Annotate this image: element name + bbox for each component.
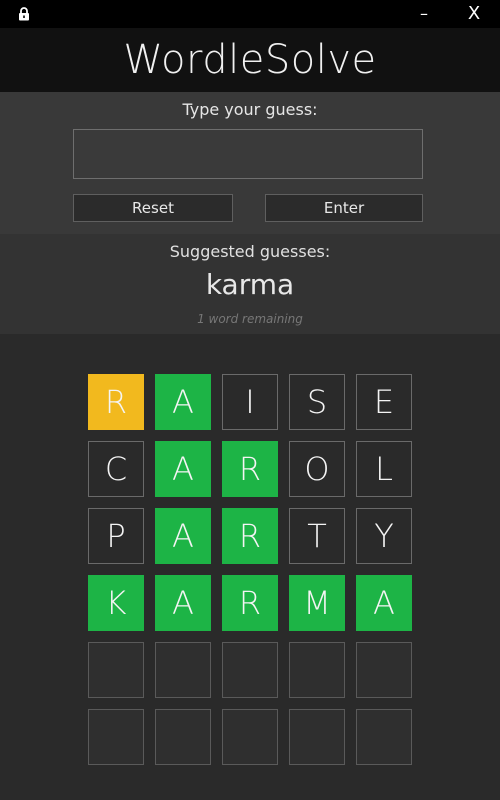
suggested-word[interactable]: karma	[0, 268, 500, 301]
board-tile: R	[222, 441, 278, 497]
board-tile: S	[289, 374, 345, 430]
board-tile: A	[155, 575, 211, 631]
board-tile: I	[222, 374, 278, 430]
board-tile: R	[222, 575, 278, 631]
board-tile: P	[88, 508, 144, 564]
board-tile: R	[222, 508, 278, 564]
board-tile	[356, 642, 412, 698]
lock-icon	[19, 7, 29, 21]
board-tile: A	[155, 508, 211, 564]
board-tile	[289, 709, 345, 765]
board-tile: C	[88, 441, 144, 497]
board-tile: A	[356, 575, 412, 631]
board-tile: Y	[356, 508, 412, 564]
board-tile: K	[88, 575, 144, 631]
guess-prompt: Type your guess:	[182, 100, 318, 119]
board-tile	[88, 709, 144, 765]
guess-input[interactable]	[73, 129, 423, 179]
close-button[interactable]: X	[450, 0, 498, 28]
board-tile: M	[289, 575, 345, 631]
board-tile	[155, 709, 211, 765]
reset-button[interactable]: Reset	[73, 194, 233, 222]
app-title: WordleSolve	[0, 28, 500, 92]
guess-panel: Type your guess: Reset Enter	[0, 92, 500, 234]
words-remaining: 1 word remaining	[197, 312, 303, 326]
board-tile	[289, 642, 345, 698]
minimize-button[interactable]: –	[400, 0, 448, 28]
board-tile	[356, 709, 412, 765]
board-tile	[222, 709, 278, 765]
board-tile	[88, 642, 144, 698]
board-tile: L	[356, 441, 412, 497]
board-tile	[155, 642, 211, 698]
board-tile: A	[155, 374, 211, 430]
board-tile	[222, 642, 278, 698]
board-tile: E	[356, 374, 412, 430]
board-tile: O	[289, 441, 345, 497]
board-tile: T	[289, 508, 345, 564]
board-tile: R	[88, 374, 144, 430]
suggestions-title: Suggested guesses:	[169, 242, 331, 261]
board-tile: A	[155, 441, 211, 497]
title-bar: – X	[0, 0, 500, 28]
enter-button[interactable]: Enter	[265, 194, 423, 222]
suggestions-panel: Suggested guesses: karma 1 word remainin…	[0, 234, 500, 334]
